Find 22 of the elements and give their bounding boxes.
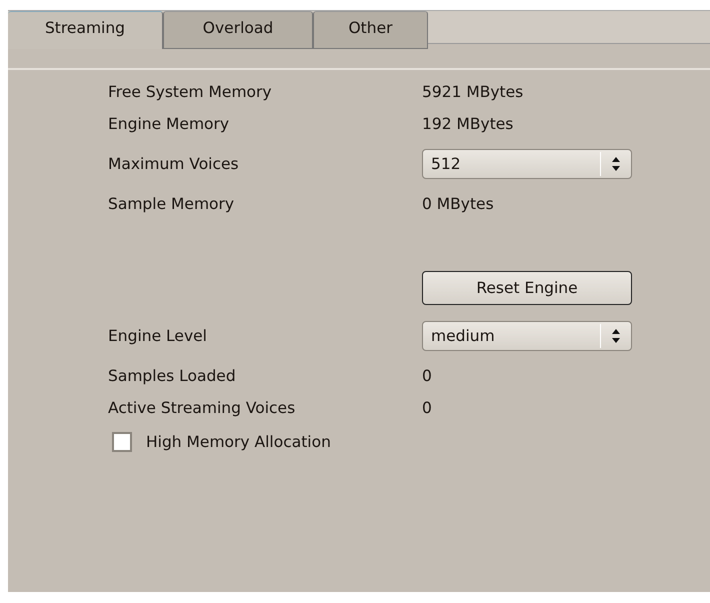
field-label: Samples Loaded (108, 367, 237, 385)
checkbox[interactable] (112, 432, 132, 452)
up-down-arrows-icon (611, 156, 621, 172)
field-label: Active Streaming Voices (108, 399, 296, 417)
field-label: Engine Memory (108, 115, 230, 133)
dropdown[interactable]: 512 (422, 149, 632, 179)
field-value: 0 MBytes (422, 195, 494, 213)
field-label: Sample Memory (108, 195, 236, 213)
field-label: Free System Memory (108, 83, 273, 101)
tab[interactable]: Overload (163, 11, 313, 49)
field-label: Maximum Voices (108, 155, 240, 173)
field-value: 0 (422, 367, 432, 385)
checkbox-label: High Memory Allocation (146, 433, 331, 451)
tab[interactable]: Other (313, 11, 428, 49)
tab[interactable]: Streaming (8, 11, 163, 49)
field-value: 0 (422, 399, 432, 417)
dropdown[interactable]: medium (422, 321, 632, 351)
up-down-arrows-icon (611, 328, 621, 344)
reset-engine-button[interactable]: Reset Engine (422, 271, 632, 305)
field-value: 192 MBytes (422, 115, 514, 133)
field-value: 5921 MBytes (422, 83, 524, 101)
field-label: Engine Level (108, 327, 208, 345)
